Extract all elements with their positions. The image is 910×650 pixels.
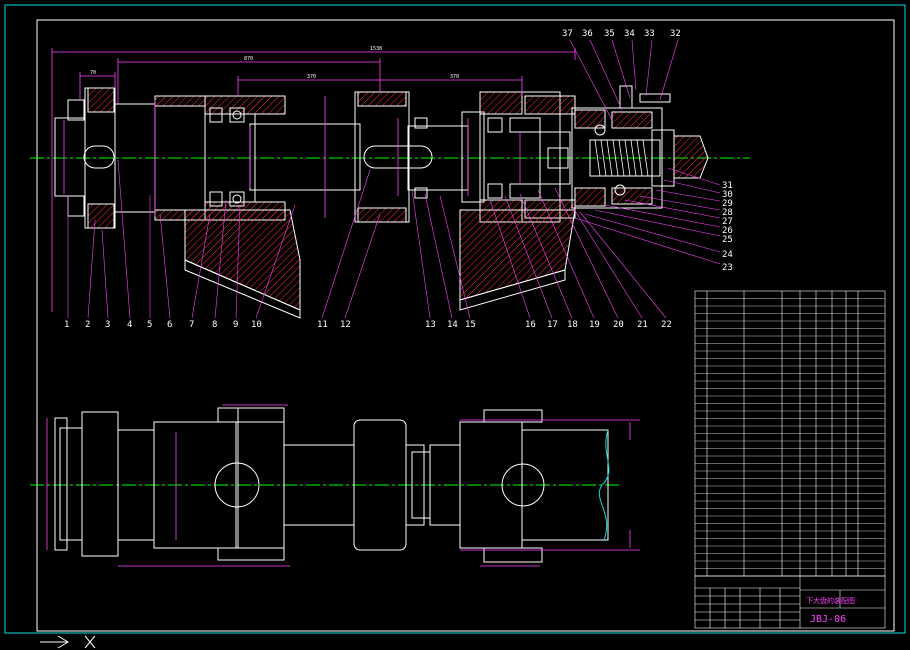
callout-5: 5	[147, 320, 152, 330]
callout-19: 19	[589, 320, 600, 330]
dim-overall: 1538	[370, 46, 382, 52]
callout-23: 23	[722, 263, 733, 273]
parts-list-rows	[695, 298, 885, 569]
callout-2: 2	[85, 320, 90, 330]
callout-18: 18	[567, 320, 578, 330]
cad-drawing-sheet: 1538 870 370 370 70 1 2 3 4 5 6 7 8 9 10…	[4, 4, 906, 649]
dim-small: 70	[90, 70, 96, 76]
plan-view	[30, 404, 640, 567]
callout-9: 9	[233, 320, 238, 330]
callout-10: 10	[251, 320, 262, 330]
callout-15: 15	[465, 320, 476, 330]
callouts-bottom: 1 2 3 4 5 6 7 8 9 10 11 12 13 14 15 16 1…	[64, 320, 672, 330]
callout-1: 1	[64, 320, 69, 330]
callout-11: 11	[317, 320, 328, 330]
callout-36: 36	[582, 29, 593, 39]
callouts-top: 37 36 35 34 33 32	[562, 29, 681, 39]
callout-35: 35	[604, 29, 615, 39]
section-view: 1538 870 370 370 70 1 2 3 4 5 6 7 8 9 10…	[30, 29, 750, 330]
callout-37: 37	[562, 29, 573, 39]
callout-21: 21	[637, 320, 648, 330]
ucs-icon	[40, 635, 96, 649]
callout-6: 6	[167, 320, 172, 330]
callout-34: 34	[624, 29, 635, 39]
callout-13: 13	[425, 320, 436, 330]
callout-32: 32	[670, 29, 681, 39]
callout-14: 14	[447, 320, 458, 330]
callout-8: 8	[212, 320, 217, 330]
drawing-title: 下大盘的装配图	[806, 596, 855, 605]
callout-4: 4	[127, 320, 132, 330]
callout-33: 33	[644, 29, 655, 39]
callouts-right: 31 30 29 28 27 26 25 24 23	[722, 181, 733, 273]
outer-frame	[4, 4, 906, 634]
callout-24: 24	[722, 250, 733, 260]
drawing-code: JBJ-06	[810, 614, 846, 625]
dim-370-left: 370	[307, 74, 316, 80]
callout-16: 16	[525, 320, 536, 330]
callout-12: 12	[340, 320, 351, 330]
title-block	[694, 575, 886, 629]
dim-370-right: 370	[450, 74, 459, 80]
callout-20: 20	[613, 320, 624, 330]
callout-3: 3	[105, 320, 110, 330]
callout-7: 7	[189, 320, 194, 330]
callout-22: 22	[661, 320, 672, 330]
callout-25: 25	[722, 235, 733, 245]
dim-870: 870	[244, 56, 253, 62]
callout-17: 17	[547, 320, 558, 330]
